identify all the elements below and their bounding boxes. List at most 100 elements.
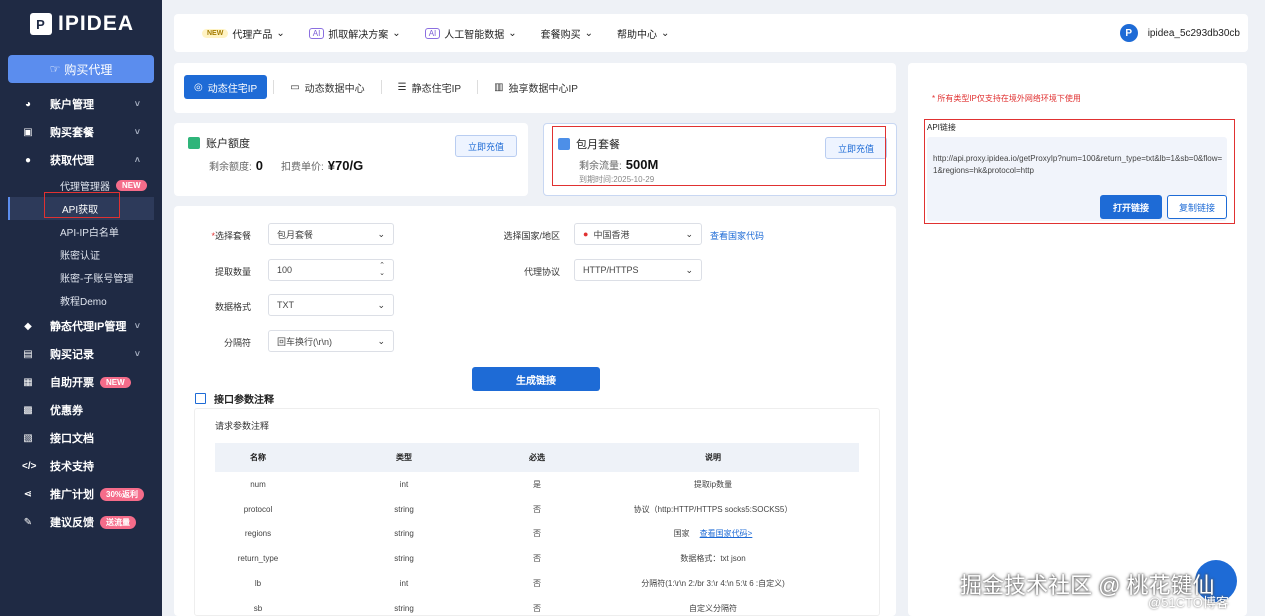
balance-title: 账户额度 (188, 135, 250, 151)
package-card: 包月套餐 剩余流量: 500M 到期时间:2025-10-29 立即充值 (543, 123, 897, 196)
sidebar-item-coupon[interactable]: ▩ 优惠券 (0, 396, 162, 424)
sidebar-item-invoice[interactable]: ▦ 自助开票 NEW (0, 368, 162, 396)
user-icon: ● (24, 154, 32, 166)
balance-price-label: 扣费单价: (281, 162, 324, 173)
user-menu[interactable]: P ipidea_5c293db30cb (1119, 14, 1240, 52)
hk-flag-icon: ● (583, 229, 589, 239)
table-row: num int 是 提取ip数量 (215, 472, 859, 497)
qty-label: 提取数量 (214, 267, 251, 277)
format-value: TXT (277, 300, 294, 310)
separator-value: 回车换行(\r\n) (277, 336, 332, 347)
country-code-table-link[interactable]: 查看国家代码> (700, 529, 753, 538)
topnav-label: 套餐购买 (540, 29, 581, 41)
topnav-scraping-solutions[interactable]: AI 抓取解决方案 ⌄ (308, 26, 401, 41)
sidebar-item-label: 购买记录 (50, 349, 94, 361)
sidebar-item-buy-package[interactable]: ▣ 购买套餐 ˅ (0, 118, 162, 146)
chevron-down-icon: ⌄ (685, 228, 693, 239)
cell-desc-text: 国家 (673, 529, 690, 539)
topnav-label: 代理产品 (232, 29, 273, 41)
share-icon: ⋖ (23, 488, 33, 500)
sidebar-sub-auth[interactable]: 账密认证 (0, 243, 162, 266)
document-icon (195, 393, 206, 404)
stepper-arrows-icon[interactable]: ⌃ ⌄ (379, 262, 385, 278)
sidebar-item-label: 获取代理 (50, 155, 94, 167)
sidebar-sub-label: 代理管理器 (60, 182, 110, 193)
sidebar-item-static-ip[interactable]: ◆ 静态代理IP管理 ˅ (0, 312, 162, 340)
sidebar-item-docs[interactable]: ▧ 接口文档 (0, 424, 162, 452)
balance-remain-label: 剩余额度: (209, 162, 252, 173)
table-row: protocol string 否 协议（http:HTTP/HTTPS soc… (215, 497, 859, 522)
cell-desc: 协议（http:HTTP/HTTPS socks5:SOCKS5） (633, 504, 793, 514)
sidebar-item-label: 技术支持 (50, 461, 94, 473)
sidebar-sub-demo[interactable]: 教程Demo (0, 289, 162, 312)
pie-chart-icon: ◕ (24, 98, 32, 110)
tab-dynamic-residential[interactable]: ◎ 动态住宅IP (184, 75, 268, 99)
feedback-icon: ✎ (23, 516, 33, 528)
monitor-icon: ▭ (290, 81, 300, 93)
country-select-label: 选择国家/地区 (503, 231, 560, 241)
tab-label: 独享数据中心IP (508, 83, 578, 95)
balance-card: 账户额度 剩余额度: 0 扣费单价: ¥70/G 立即充值 (174, 123, 528, 196)
chevron-down-icon: ⌄ (377, 335, 385, 346)
highlight-box (552, 126, 886, 186)
wallet-icon (188, 137, 200, 149)
cell-desc: 数据格式：txt json (680, 554, 746, 564)
cell-desc: 分隔符(1:\r\n 2:/br 3:\r 4:\n 5:\t 6 :自定义) (641, 579, 785, 589)
topnav-proxy-products[interactable]: NEW 代理产品 ⌄ (202, 26, 285, 41)
qty-stepper[interactable]: 100 ⌃ ⌄ (268, 259, 394, 281)
sidebar-item-label: 建议反馈 (50, 517, 94, 529)
table-row: regions string 否 国家 查看国家代码> (215, 522, 859, 547)
topnav-ai-data[interactable]: AI 人工智能数据 ⌄ (424, 26, 517, 41)
buy-proxy-label: 购买代理 (64, 62, 113, 77)
topnav-label: 人工智能数据 (444, 29, 505, 41)
tab-static-residential[interactable]: ☰ 静态住宅IP (388, 75, 471, 99)
sidebar-item-support[interactable]: </> 技术支持 (0, 452, 162, 480)
country-code-link[interactable]: 查看国家代码 (710, 229, 764, 242)
sidebar-item-records[interactable]: ▤ 购买记录 ˅ (0, 340, 162, 368)
chevron-down-icon: ˅ (134, 321, 140, 331)
divider (273, 80, 275, 94)
sidebar-item-get-proxy[interactable]: ● 获取代理 ˄ (0, 146, 162, 174)
sidebar-item-label: 接口文档 (50, 433, 94, 445)
new-badge: NEW (100, 376, 131, 388)
format-select[interactable]: TXT ⌄ (268, 294, 394, 316)
cell-desc: 自定义分隔符 (689, 603, 737, 613)
protocol-select[interactable]: HTTP/HTTPS ⌄ (574, 259, 702, 281)
server-icon: ◆ (24, 320, 32, 332)
qty-value: 100 (277, 265, 293, 275)
tab-label: 动态住宅IP (207, 83, 258, 95)
cell-required: 否 (533, 579, 541, 589)
tab-dynamic-datacenter[interactable]: ▭ 动态数据中心 (280, 75, 374, 99)
separator-select[interactable]: 回车换行(\r\n) ⌄ (268, 330, 394, 352)
col-header-name: 名称 (215, 443, 301, 472)
package-select[interactable]: 包月套餐 ⌄ (268, 223, 394, 245)
topnav-help[interactable]: 帮助中心 ⌄ (617, 26, 669, 41)
sidebar-sub-subaccount[interactable]: 账密-子账号管理 (0, 266, 162, 289)
country-select-value: 中国香港 (593, 229, 630, 240)
avatar: P (1119, 24, 1138, 42)
sidebar-sub-api-whitelist[interactable]: API-IP白名单 (0, 220, 162, 243)
topnav-buy-package[interactable]: 套餐购买 ⌄ (541, 26, 593, 41)
cell-required: 是 (533, 479, 541, 489)
sidebar-item-label: 购买套餐 (50, 127, 94, 139)
tab-dedicated-datacenter[interactable]: ▥ 独享数据中心IP (484, 75, 588, 99)
sidebar-sub-label: API-IP白名单 (60, 228, 119, 239)
logo[interactable]: P IPIDEA (30, 12, 134, 36)
buy-proxy-button[interactable]: ☞ 购买代理 (8, 55, 154, 83)
balance-remain: 剩余额度: 0 (209, 158, 263, 173)
sidebar-item-feedback[interactable]: ✎ 建议反馈 送流量 (0, 508, 162, 536)
divider (380, 80, 382, 94)
sidebar-item-label: 静态代理IP管理 (50, 321, 127, 333)
topnav-label: 抓取解决方案 (328, 29, 389, 41)
sidebar-item-label: 自助开票 (50, 377, 94, 389)
recharge-button[interactable]: 立即充值 (455, 135, 518, 157)
country-select[interactable]: ● 中国香港 ⌄ (574, 223, 702, 245)
highlight-box (44, 192, 120, 218)
sidebar-item-account[interactable]: ◕ 账户管理 ˅ (0, 90, 162, 118)
balance-remain-value: 0 (255, 158, 264, 173)
cell-name: sb (253, 603, 263, 613)
sidebar-item-promotion[interactable]: ⋖ 推广计划 30%返利 (0, 480, 162, 508)
generate-link-button[interactable]: 生成链接 (472, 367, 600, 391)
cell-type: string (394, 529, 414, 539)
protocol-label: 代理协议 (523, 267, 560, 277)
